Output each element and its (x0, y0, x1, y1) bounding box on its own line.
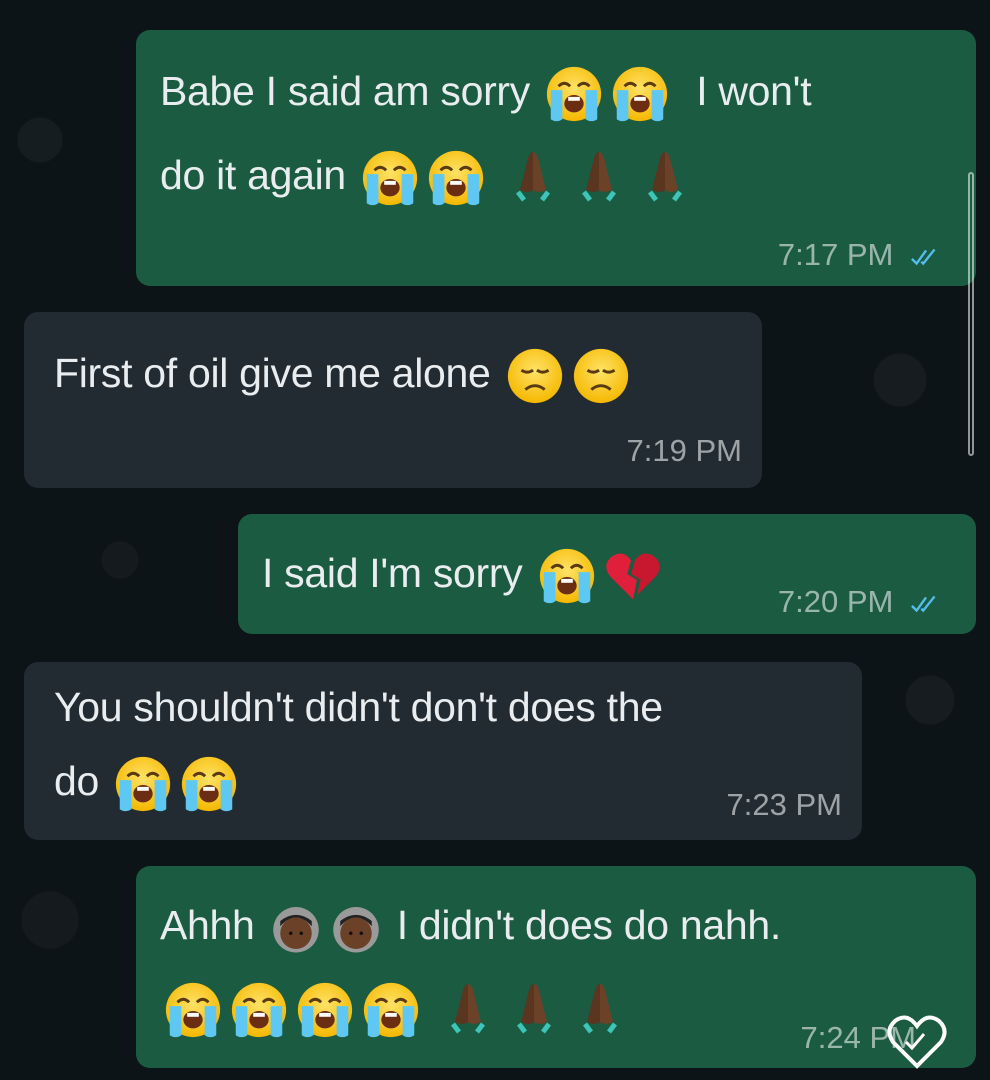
double-check-icon (910, 594, 944, 614)
message-bubble-incoming[interactable]: First of oil give me alone 7:19 PM (24, 312, 762, 488)
message-bubble-outgoing[interactable]: I said I'm sorry 7:20 PM (238, 514, 976, 634)
message-text: do (54, 758, 100, 804)
broken-heart-icon (602, 545, 664, 607)
message-text: I didn't does do nahh. (396, 902, 782, 948)
loudly-crying-icon (609, 63, 671, 125)
message-text: Babe I said am sorry (160, 68, 530, 114)
disappointed-face-icon (504, 345, 566, 407)
person-with-crown-icon (268, 900, 324, 956)
loudly-crying-icon (536, 545, 598, 607)
message-text: First of oil give me alone (54, 350, 491, 396)
scrollbar[interactable] (968, 172, 974, 456)
loudly-crying-icon (112, 753, 174, 815)
message-bubble-outgoing[interactable]: Ahhh I didn't does do nahh. 7:24 PM (136, 866, 976, 1068)
message-line (160, 966, 633, 1048)
message-timestamp: 7:20 PM (778, 584, 944, 620)
message-text: You shouldn't didn't don't does the (54, 684, 663, 730)
message-line: I said I'm sorry (262, 532, 666, 614)
loudly-crying-icon (359, 147, 421, 209)
loudly-crying-icon (360, 979, 422, 1041)
loudly-crying-icon (543, 63, 605, 125)
loudly-crying-icon (178, 753, 240, 815)
loudly-crying-icon (425, 147, 487, 209)
folded-hands-icon (447, 980, 489, 1040)
message-line: First of oil give me alone (54, 332, 634, 414)
message-line: do (54, 740, 242, 822)
message-line: You shouldn't didn't don't does the (54, 666, 663, 748)
loudly-crying-icon (294, 979, 356, 1041)
folded-hands-icon (644, 148, 686, 208)
message-text: Ahhh (160, 902, 255, 948)
message-text: do it again (160, 152, 346, 198)
message-line: Ahhh I didn't does do nahh. (160, 884, 781, 966)
loudly-crying-icon (228, 979, 290, 1041)
folded-hands-icon (513, 980, 555, 1040)
folded-hands-icon (579, 980, 621, 1040)
message-timestamp: 7:19 PM (626, 433, 742, 468)
message-text: I won't (696, 68, 812, 114)
loudly-crying-icon (162, 979, 224, 1041)
folded-hands-icon (578, 148, 620, 208)
message-timestamp: 7:23 PM (726, 787, 842, 822)
message-timestamp: 7:17 PM (778, 237, 944, 273)
message-text: I said I'm sorry (262, 550, 523, 596)
double-check-icon (910, 247, 944, 267)
message-line: Babe I said am sorry I won't (160, 50, 812, 132)
person-with-crown-icon (328, 900, 384, 956)
message-line: do it again (160, 134, 698, 216)
heart-reaction-icon[interactable] (886, 1012, 948, 1070)
message-bubble-incoming[interactable]: You shouldn't didn't don't does the do 7… (24, 662, 862, 840)
message-bubble-outgoing[interactable]: Babe I said am sorry I won't do it again… (136, 30, 976, 286)
disappointed-face-icon (570, 345, 632, 407)
folded-hands-icon (512, 148, 554, 208)
